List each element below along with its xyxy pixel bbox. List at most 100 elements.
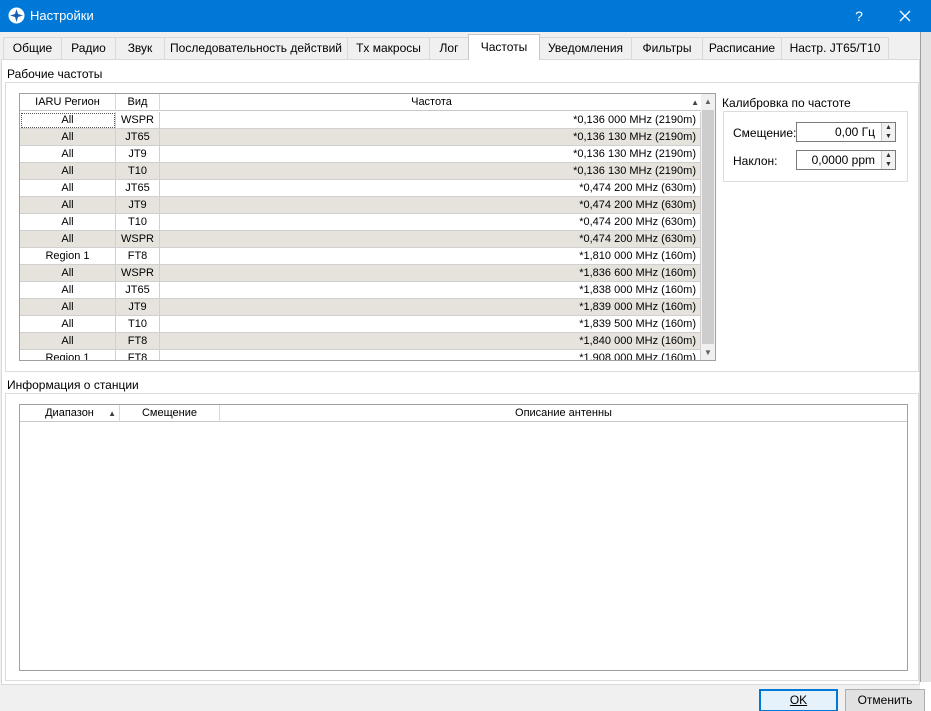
offset-increase-icon[interactable]: ▲ <box>882 123 895 132</box>
cell-frequency[interactable]: *1,908 000 MHz (160m) <box>160 350 701 360</box>
cell-frequency[interactable]: *1,838 000 MHz (160m) <box>160 282 701 299</box>
tab-radio[interactable]: Радио <box>61 37 116 59</box>
slope-spinbox[interactable]: ▲ ▼ <box>796 150 896 170</box>
cell-frequency[interactable]: *0,474 200 MHz (630m) <box>160 231 701 248</box>
window-title: Настройки <box>30 8 94 23</box>
station-info-table-header: Диапазон ▲ Смещение Описание антенны <box>20 405 907 422</box>
table-row[interactable]: Region 1 FT8 *1,810 000 MHz (160m) <box>20 248 701 265</box>
slope-decrease-icon[interactable]: ▼ <box>882 160 895 169</box>
cell-mode[interactable]: T10 <box>116 214 160 231</box>
cell-iaru-region[interactable]: All <box>20 299 116 316</box>
scroll-down-icon[interactable]: ▼ <box>701 346 715 360</box>
column-header-band[interactable]: Диапазон ▲ <box>20 405 120 422</box>
cell-mode[interactable]: JT65 <box>116 129 160 146</box>
cell-iaru-region[interactable]: Region 1 <box>20 350 116 360</box>
cell-frequency[interactable]: *0,136 130 MHz (2190m) <box>160 129 701 146</box>
ok-button[interactable]: OK <box>759 689 838 711</box>
cell-mode[interactable]: FT8 <box>116 248 160 265</box>
cell-mode[interactable]: FT8 <box>116 333 160 350</box>
table-row[interactable]: All JT65 *0,136 130 MHz (2190m) <box>20 129 701 146</box>
cell-mode[interactable]: T10 <box>116 316 160 333</box>
cell-mode[interactable]: FT8 <box>116 350 160 360</box>
cell-iaru-region[interactable]: All <box>20 163 116 180</box>
cell-frequency[interactable]: *0,136 000 MHz (2190m) <box>160 112 701 129</box>
column-header-antenna-description[interactable]: Описание антенны <box>220 405 907 422</box>
table-row[interactable]: All JT65 *0,474 200 MHz (630m) <box>20 180 701 197</box>
tab-tx-macros[interactable]: Tx макросы <box>347 37 430 59</box>
cell-frequency[interactable]: *1,836 600 MHz (160m) <box>160 265 701 282</box>
table-row[interactable]: All JT65 *1,838 000 MHz (160m) <box>20 282 701 299</box>
cell-frequency[interactable]: *1,839 500 MHz (160m) <box>160 316 701 333</box>
sort-ascending-icon: ▲ <box>691 98 699 107</box>
frequency-table-scrollbar[interactable]: ▲ ▼ <box>701 94 715 360</box>
cell-mode[interactable]: WSPR <box>116 265 160 282</box>
cell-mode[interactable]: WSPR <box>116 112 160 129</box>
column-header-offset[interactable]: Смещение <box>120 405 220 422</box>
cell-iaru-region[interactable]: Region 1 <box>20 248 116 265</box>
cell-mode[interactable]: JT65 <box>116 282 160 299</box>
cell-mode[interactable]: JT9 <box>116 146 160 163</box>
tab-frequencies[interactable]: Частоты <box>468 34 540 60</box>
cell-frequency[interactable]: *0,136 130 MHz (2190m) <box>160 146 701 163</box>
tab-sequencing[interactable]: Последовательность действий <box>164 37 348 59</box>
cell-iaru-region[interactable]: All <box>20 316 116 333</box>
table-row[interactable]: Region 1 FT8 *1,908 000 MHz (160m) <box>20 350 701 360</box>
cell-iaru-region[interactable]: All <box>20 146 116 163</box>
frequency-table[interactable]: IARU Регион Вид Частота ▲ All WSPR *0,136 … <box>19 93 716 361</box>
cell-mode[interactable]: WSPR <box>116 231 160 248</box>
cell-iaru-region[interactable]: All <box>20 282 116 299</box>
close-button[interactable] <box>888 4 922 28</box>
cell-iaru-region[interactable]: All <box>20 129 116 146</box>
cell-iaru-region[interactable]: All <box>20 333 116 350</box>
tab-audio[interactable]: Звук <box>115 37 165 59</box>
column-header-iaru-region[interactable]: IARU Регион <box>20 94 116 111</box>
tab-schedule[interactable]: Расписание <box>702 37 782 59</box>
cell-frequency[interactable]: *0,474 200 MHz (630m) <box>160 197 701 214</box>
table-row[interactable]: All T10 *0,474 200 MHz (630m) <box>20 214 701 231</box>
slope-increase-icon[interactable]: ▲ <box>882 151 895 160</box>
offset-spinbox[interactable]: ▲ ▼ <box>796 122 896 142</box>
cancel-button[interactable]: Отменить <box>845 689 925 711</box>
cell-mode[interactable]: JT9 <box>116 299 160 316</box>
offset-input[interactable] <box>797 123 879 141</box>
scrollbar-thumb[interactable] <box>702 110 714 344</box>
table-row[interactable]: All WSPR *0,136 000 MHz (2190m) <box>20 112 701 129</box>
cell-mode[interactable]: JT9 <box>116 197 160 214</box>
table-row[interactable]: All T10 *1,839 500 MHz (160m) <box>20 316 701 333</box>
tab-filters[interactable]: Фильтры <box>631 37 703 59</box>
cell-iaru-region[interactable]: All <box>20 265 116 282</box>
help-button[interactable]: ? <box>844 4 874 28</box>
table-row[interactable]: All JT9 *0,136 130 MHz (2190m) <box>20 146 701 163</box>
column-header-mode[interactable]: Вид <box>116 94 160 111</box>
cell-frequency[interactable]: *0,474 200 MHz (630m) <box>160 180 701 197</box>
table-row[interactable]: All WSPR *0,474 200 MHz (630m) <box>20 231 701 248</box>
table-row[interactable]: All FT8 *1,840 000 MHz (160m) <box>20 333 701 350</box>
cell-iaru-region[interactable]: All <box>20 231 116 248</box>
station-info-table[interactable]: Диапазон ▲ Смещение Описание антенны <box>19 404 908 671</box>
tab-jt65-t10-settings[interactable]: Настр. JT65/T10 <box>781 37 889 59</box>
cell-iaru-region[interactable]: All <box>20 197 116 214</box>
slope-input[interactable] <box>797 151 879 169</box>
column-header-frequency[interactable]: Частота ▲ <box>160 94 703 111</box>
column-header-frequency-label: Частота <box>411 96 452 108</box>
cell-frequency[interactable]: *0,136 130 MHz (2190m) <box>160 163 701 180</box>
tab-notifications[interactable]: Уведомления <box>539 37 632 59</box>
table-row[interactable]: All JT9 *1,839 000 MHz (160m) <box>20 299 701 316</box>
table-row[interactable]: All JT9 *0,474 200 MHz (630m) <box>20 197 701 214</box>
cell-iaru-region[interactable]: All <box>20 112 116 129</box>
cell-frequency[interactable]: *1,840 000 MHz (160m) <box>160 333 701 350</box>
cell-frequency[interactable]: *0,474 200 MHz (630m) <box>160 214 701 231</box>
scroll-up-icon[interactable]: ▲ <box>701 95 715 109</box>
cell-frequency[interactable]: *1,839 000 MHz (160m) <box>160 299 701 316</box>
tab-log[interactable]: Лог <box>429 37 469 59</box>
table-row[interactable]: All WSPR *1,836 600 MHz (160m) <box>20 265 701 282</box>
offset-decrease-icon[interactable]: ▼ <box>882 132 895 141</box>
cell-mode[interactable]: T10 <box>116 163 160 180</box>
table-row[interactable]: All T10 *0,136 130 MHz (2190m) <box>20 163 701 180</box>
cell-iaru-region[interactable]: All <box>20 180 116 197</box>
cell-mode[interactable]: JT65 <box>116 180 160 197</box>
cell-frequency[interactable]: *1,810 000 MHz (160m) <box>160 248 701 265</box>
tab-general[interactable]: Общие <box>3 37 62 59</box>
cell-iaru-region[interactable]: All <box>20 214 116 231</box>
slope-spin-buttons: ▲ ▼ <box>881 151 895 169</box>
